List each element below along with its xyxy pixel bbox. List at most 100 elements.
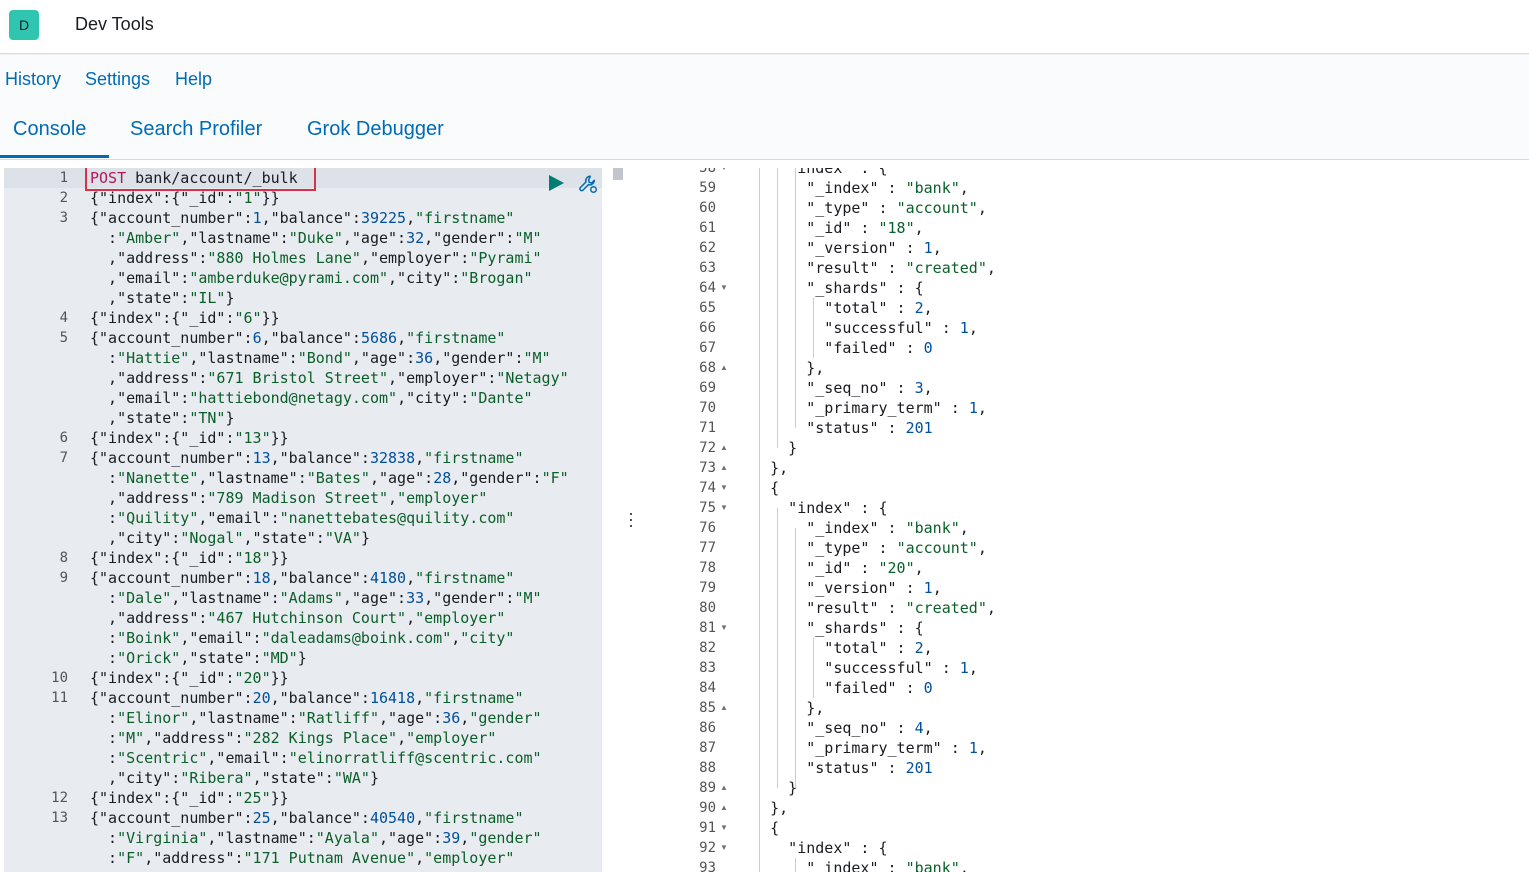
editor-line-number: 9	[59, 570, 68, 586]
editor-line[interactable]: :"Virginia","lastname":"Ayala","age":39,…	[90, 828, 542, 848]
editor-line[interactable]: {"account_number":6,"balance":5686,"firs…	[90, 328, 505, 348]
editor-line[interactable]: {"index":{"_id":"13"}}	[90, 428, 289, 448]
output-line-number: 58	[699, 168, 716, 176]
editor-line[interactable]: :"Boink","email":"daleadams@boink.com","…	[90, 628, 514, 648]
editor-line[interactable]: {"account_number":20,"balance":16418,"fi…	[90, 688, 524, 708]
help-link[interactable]: Help	[175, 69, 212, 90]
editor-line-number: 12	[51, 790, 68, 806]
output-line: "_seq_no" : 4,	[734, 719, 933, 737]
fold-up-icon[interactable]: ▲	[720, 698, 728, 718]
editor-line-number: 1	[59, 170, 68, 186]
editor-line[interactable]: ,"state":"IL"}	[90, 288, 234, 308]
history-link[interactable]: History	[5, 69, 61, 90]
fold-down-icon[interactable]: ▼	[720, 168, 728, 178]
request-editor[interactable]: 1 2 3 4 5 6 7 8 9 10 11 12 13 POST bank/account/_bul…	[4, 168, 602, 872]
editor-line[interactable]: ,"city":"Ribera","state":"WA"}	[90, 768, 379, 788]
output-line-number: 92	[699, 840, 716, 856]
output-line: "_index" : "bank",	[734, 519, 969, 537]
editor-line[interactable]: {"index":{"_id":"25"}}	[90, 788, 289, 808]
fold-down-icon[interactable]: ▼	[720, 498, 728, 518]
output-line-number: 61	[699, 220, 716, 236]
output-line: "_shards" : {	[734, 619, 924, 637]
tab-search-profiler[interactable]: Search Profiler	[130, 118, 262, 141]
output-line: "_id" : "20",	[734, 559, 924, 577]
editor-line[interactable]: {"account_number":1,"balance":39225,"fir…	[90, 208, 514, 228]
fold-up-icon[interactable]: ▲	[720, 778, 728, 798]
output-line: "_version" : 1,	[734, 239, 942, 257]
editor-line[interactable]: ,"email":"hattiebond@netagy.com","city":…	[90, 388, 532, 408]
editor-line-number: 13	[51, 810, 68, 826]
send-request-button[interactable]	[549, 175, 564, 191]
editor-line[interactable]: :"Dale","lastname":"Adams","age":33,"gen…	[90, 588, 542, 608]
output-line-number: 68	[699, 360, 716, 376]
fold-down-icon[interactable]: ▼	[720, 818, 728, 838]
output-line-number: 71	[699, 420, 716, 436]
output-line: },	[734, 359, 825, 377]
wrench-icon[interactable]	[577, 173, 599, 195]
settings-link[interactable]: Settings	[85, 69, 150, 90]
tab-console[interactable]: Console	[13, 118, 86, 141]
editor-line[interactable]: :"Scentric","email":"elinorratliff@scent…	[90, 748, 542, 768]
editor-line[interactable]: {"account_number":13,"balance":32838,"fi…	[90, 448, 524, 468]
fold-up-icon[interactable]: ▲	[720, 458, 728, 478]
page-title: Dev Tools	[75, 14, 154, 34]
tab-grok-debugger[interactable]: Grok Debugger	[307, 118, 444, 141]
active-tab-indicator	[0, 155, 109, 158]
output-line: "result" : "created",	[734, 259, 996, 277]
editor-line[interactable]: ,"address":"671 Bristol Street","employe…	[90, 368, 569, 388]
editor-line-number: 7	[59, 450, 68, 466]
output-line: },	[734, 799, 789, 817]
output-line: "total" : 2,	[734, 299, 933, 317]
editor-scrollbar[interactable]	[613, 168, 623, 180]
panel-resize-handle[interactable]: · · ·	[626, 504, 636, 534]
output-line: "_primary_term" : 1,	[734, 739, 987, 757]
editor-line[interactable]: :"Orick","state":"MD"}	[90, 648, 307, 668]
output-line-number: 86	[699, 720, 716, 736]
fold-up-icon[interactable]: ▲	[720, 798, 728, 818]
editor-line[interactable]: :"Elinor","lastname":"Ratliff","age":36,…	[90, 708, 542, 728]
editor-line[interactable]: ,"city":"Nogal","state":"VA"}	[90, 528, 370, 548]
editor-line[interactable]: :"Nanette","lastname":"Bates","age":28,"…	[90, 468, 569, 488]
output-line-number: 59	[699, 180, 716, 196]
editor-line[interactable]: :"M","address":"282 Kings Place","employ…	[90, 728, 496, 748]
output-line-number: 76	[699, 520, 716, 536]
app-avatar[interactable]: D	[9, 10, 39, 40]
response-output[interactable]: 58▼596061626364▼65666768▲69707172▲73▲74▼…	[642, 168, 1529, 872]
editor-line[interactable]: {"index":{"_id":"1"}}	[90, 188, 280, 208]
editor-line[interactable]: {"index":{"_id":"6"}}	[90, 308, 280, 328]
fold-down-icon[interactable]: ▼	[720, 838, 728, 858]
output-line: }	[734, 779, 798, 797]
output-line: "_seq_no" : 3,	[734, 379, 933, 397]
editor-line[interactable]: {"account_number":25,"balance":40540,"fi…	[90, 808, 524, 828]
editor-line[interactable]: {"account_number":18,"balance":4180,"fir…	[90, 568, 514, 588]
editor-line[interactable]: :"Amber","lastname":"Duke","age":32,"gen…	[90, 228, 542, 248]
output-line: "index" : {	[734, 839, 888, 857]
top-header: D Dev Tools	[0, 0, 1529, 54]
fold-down-icon[interactable]: ▼	[720, 478, 728, 498]
fold-up-icon[interactable]: ▲	[720, 438, 728, 458]
editor-line-number: 5	[59, 330, 68, 346]
output-line: "failed" : 0	[734, 679, 933, 697]
fold-down-icon[interactable]: ▼	[720, 278, 728, 298]
output-line-number: 87	[699, 740, 716, 756]
editor-line[interactable]: :"Hattie","lastname":"Bond","age":36,"ge…	[90, 348, 551, 368]
editor-line[interactable]: ,"address":"880 Holmes Lane","employer":…	[90, 248, 542, 268]
editor-line[interactable]: ,"email":"amberduke@pyrami.com","city":"…	[90, 268, 532, 288]
output-line-number: 83	[699, 660, 716, 676]
editor-line[interactable]: :"Quility","email":"nanettebates@quility…	[90, 508, 514, 528]
output-line: "successful" : 1,	[734, 319, 978, 337]
editor-line[interactable]: ,"address":"789 Madison Street","employe…	[90, 488, 487, 508]
editor-line[interactable]: ,"state":"TN"}	[90, 408, 234, 428]
editor-line-number: 4	[59, 310, 68, 326]
output-line: "_primary_term" : 1,	[734, 399, 987, 417]
editor-line[interactable]: :"F","address":"171 Putnam Avenue","empl…	[90, 848, 514, 868]
output-line-number: 78	[699, 560, 716, 576]
editor-line[interactable]: {"index":{"_id":"18"}}	[90, 548, 289, 568]
output-line-number: 74	[699, 480, 716, 496]
output-line: "_type" : "account",	[734, 539, 987, 557]
output-line: "failed" : 0	[734, 339, 933, 357]
editor-line[interactable]: {"index":{"_id":"20"}}	[90, 668, 289, 688]
editor-line[interactable]: ,"address":"467 Hutchinson Court","emplo…	[90, 608, 505, 628]
fold-up-icon[interactable]: ▲	[720, 358, 728, 378]
fold-down-icon[interactable]: ▼	[720, 618, 728, 638]
